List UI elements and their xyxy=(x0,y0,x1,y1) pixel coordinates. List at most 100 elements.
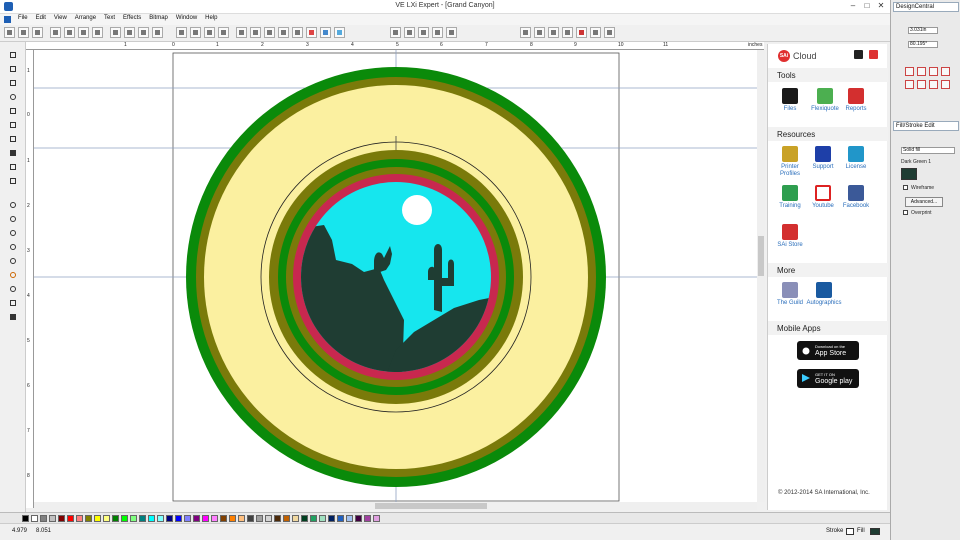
print-icon[interactable] xyxy=(92,27,103,38)
palette-swatch[interactable] xyxy=(193,515,200,522)
layout-icon[interactable] xyxy=(534,27,545,38)
menu-bitmap[interactable]: Bitmap xyxy=(146,14,171,22)
app-store-badge[interactable]: Download on the App Store xyxy=(797,341,859,360)
palette-swatch[interactable] xyxy=(76,515,83,522)
flexiquote-tool[interactable]: Flexiquote xyxy=(808,88,842,113)
zoom-fit-icon[interactable] xyxy=(8,256,19,267)
undo-icon[interactable] xyxy=(176,27,187,38)
palette-swatch[interactable] xyxy=(364,515,371,522)
palette-swatch[interactable] xyxy=(265,515,272,522)
horizontal-scroll-thumb[interactable] xyxy=(375,503,487,509)
text-warp-icon[interactable] xyxy=(446,27,457,38)
text-tool-icon[interactable] xyxy=(390,27,401,38)
preview-icon[interactable] xyxy=(264,27,275,38)
palette-swatch[interactable] xyxy=(211,515,218,522)
palette-swatch[interactable] xyxy=(346,515,353,522)
menu-file[interactable]: File xyxy=(15,14,31,22)
text-icon[interactable] xyxy=(8,64,19,75)
the-guild-link[interactable]: The Guild xyxy=(775,282,805,307)
group-icon[interactable] xyxy=(204,27,215,38)
output-icon[interactable] xyxy=(562,27,573,38)
view-icon[interactable] xyxy=(278,27,289,38)
palette-swatch[interactable] xyxy=(373,515,380,522)
align-icon[interactable] xyxy=(236,27,247,38)
fill-type-select[interactable]: Solid fill xyxy=(901,147,955,154)
menu-help[interactable]: Help xyxy=(202,14,220,22)
palette-swatch[interactable] xyxy=(238,515,245,522)
autographics-link[interactable]: Autographics xyxy=(806,282,842,307)
palette-swatch[interactable] xyxy=(355,515,362,522)
reports-tool[interactable]: Reports xyxy=(841,88,871,113)
close-icon[interactable]: ✕ xyxy=(876,1,886,11)
palette-swatch[interactable] xyxy=(175,515,182,522)
dc-transform-icon[interactable] xyxy=(917,80,926,89)
import-icon[interactable] xyxy=(50,27,61,38)
palette-swatch[interactable] xyxy=(157,515,164,522)
text-distort-icon[interactable] xyxy=(432,27,443,38)
menu-arrange[interactable]: Arrange xyxy=(72,14,99,22)
zoom-previous-icon[interactable] xyxy=(8,284,19,295)
zoom-tool-icon[interactable] xyxy=(8,200,19,211)
fill-color-button[interactable] xyxy=(901,168,917,180)
palette-swatch[interactable] xyxy=(22,515,29,522)
redo-icon[interactable] xyxy=(190,27,201,38)
palette-swatch[interactable] xyxy=(229,515,236,522)
delete-icon[interactable] xyxy=(152,27,163,38)
paste-icon[interactable] xyxy=(138,27,149,38)
vertical-scroll-thumb[interactable] xyxy=(758,236,764,276)
overprint-checkbox[interactable] xyxy=(903,210,908,215)
dc-transform-icon[interactable] xyxy=(941,67,950,76)
palette-swatch[interactable] xyxy=(319,515,326,522)
menu-edit[interactable]: Edit xyxy=(33,14,49,22)
zoom-in-icon[interactable] xyxy=(8,214,19,225)
dc-transform-icon[interactable] xyxy=(917,67,926,76)
pen-tool-icon[interactable] xyxy=(8,106,19,117)
pan-hand-icon[interactable] xyxy=(8,298,19,309)
copy-icon[interactable] xyxy=(124,27,135,38)
wireframe-checkbox[interactable] xyxy=(903,185,908,190)
palette-swatch[interactable] xyxy=(247,515,254,522)
node-edit-icon[interactable] xyxy=(8,78,19,89)
palette-swatch[interactable] xyxy=(274,515,281,522)
send-icon[interactable] xyxy=(548,27,559,38)
fill-icon[interactable] xyxy=(320,27,331,38)
sai-store-link[interactable]: SAi Store xyxy=(775,224,805,249)
palette-swatch[interactable] xyxy=(139,515,146,522)
palette-swatch[interactable] xyxy=(283,515,290,522)
doc-icon[interactable] xyxy=(4,16,11,23)
license-link[interactable]: License xyxy=(841,146,871,171)
export-icon[interactable] xyxy=(64,27,75,38)
palette-swatch[interactable] xyxy=(85,515,92,522)
palette-swatch[interactable] xyxy=(121,515,128,522)
ellipse-tool-icon[interactable] xyxy=(8,92,19,103)
dc-transform-icon[interactable] xyxy=(905,67,914,76)
cut-file-icon[interactable] xyxy=(78,27,89,38)
palette-swatch[interactable] xyxy=(58,515,65,522)
menu-window[interactable]: Window xyxy=(173,14,200,22)
dc-transform-icon[interactable] xyxy=(929,80,938,89)
artwork[interactable] xyxy=(34,50,757,502)
fill-tool-icon[interactable] xyxy=(8,148,19,159)
zoom-selected-icon[interactable] xyxy=(8,270,19,281)
palette-swatch[interactable] xyxy=(49,515,56,522)
menu-text[interactable]: Text xyxy=(101,14,118,22)
select-tool-icon[interactable] xyxy=(8,50,19,61)
dc-transform-icon[interactable] xyxy=(941,80,950,89)
fill-swatch[interactable] xyxy=(870,528,880,535)
minimize-icon[interactable]: – xyxy=(848,1,858,11)
magnify-icon[interactable] xyxy=(292,27,303,38)
dc-transform-icon[interactable] xyxy=(905,80,914,89)
open-icon[interactable] xyxy=(18,27,29,38)
measure-tool-icon[interactable] xyxy=(8,162,19,173)
queue-icon[interactable] xyxy=(590,27,601,38)
vertical-scrollbar[interactable] xyxy=(757,50,765,502)
mail-icon[interactable] xyxy=(869,50,878,59)
dc-transform-icon[interactable] xyxy=(929,67,938,76)
palette-swatch[interactable] xyxy=(166,515,173,522)
palette-swatch[interactable] xyxy=(112,515,119,522)
palette-swatch[interactable] xyxy=(310,515,317,522)
zoom-out-icon[interactable] xyxy=(8,228,19,239)
stroke-swatch[interactable] xyxy=(846,528,854,535)
palette-swatch[interactable] xyxy=(130,515,137,522)
restore-icon[interactable]: □ xyxy=(862,1,872,11)
